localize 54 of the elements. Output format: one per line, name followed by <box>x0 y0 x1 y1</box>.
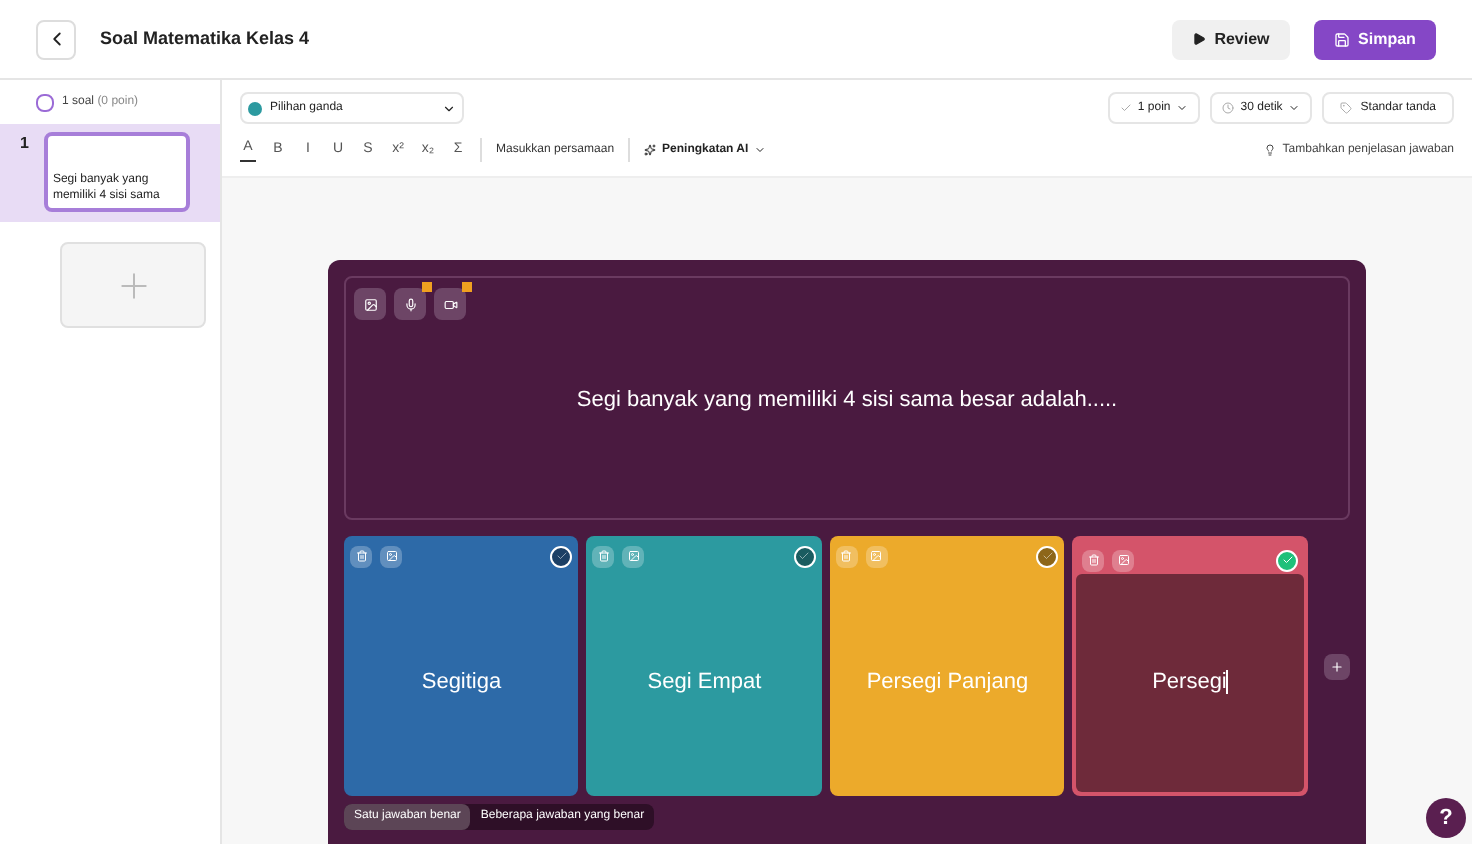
delete-button[interactable] <box>1082 549 1105 571</box>
delete-button[interactable] <box>592 545 615 567</box>
image-icon <box>385 550 397 562</box>
correct-answer-toggle[interactable] <box>1036 545 1059 567</box>
premium-badge <box>462 282 472 292</box>
save-button[interactable]: Simpan <box>1314 19 1436 59</box>
answer-option[interactable]: Segitiga <box>344 536 579 796</box>
microphone-icon <box>403 297 417 311</box>
image-button[interactable] <box>380 545 402 567</box>
quiz-title: Soal Matematika Kelas 4 <box>100 25 310 52</box>
clock-icon <box>1222 102 1235 114</box>
caret-icon <box>1176 102 1189 114</box>
correct-answer-toggle[interactable] <box>793 545 816 567</box>
sparkle-icon <box>644 144 657 156</box>
caret-icon <box>754 144 767 156</box>
image-icon <box>870 550 883 562</box>
play-icon <box>1192 32 1207 46</box>
check-icon <box>555 550 568 562</box>
audio-button[interactable] <box>394 288 426 320</box>
check-icon <box>1281 554 1294 566</box>
question-type-icon <box>248 101 262 115</box>
trash-icon <box>1087 554 1100 566</box>
image-icon <box>1117 554 1130 566</box>
lightbulb-icon <box>1264 144 1277 156</box>
trash-icon <box>597 550 610 562</box>
video-icon <box>443 297 457 311</box>
check-icon <box>1119 102 1132 114</box>
image-icon <box>363 297 377 311</box>
option-text[interactable]: Segitiga <box>421 666 502 700</box>
select-all-checkbox[interactable] <box>36 93 54 111</box>
tag-icon <box>1340 102 1353 114</box>
delete-button[interactable] <box>350 545 372 567</box>
trash-icon <box>840 550 853 562</box>
review-button[interactable]: Review <box>1172 19 1290 59</box>
help-button[interactable]: ? <box>1426 798 1466 838</box>
caret-icon <box>1288 102 1301 114</box>
option-text[interactable]: Persegi <box>1152 666 1229 700</box>
question-number: 1 <box>20 132 29 156</box>
question-text: Segi banyak yang memiliki 4 sisi sama besar adalah..... <box>576 386 1118 417</box>
answer-option[interactable]: Persegi <box>1072 536 1309 796</box>
correct-answer-toggle[interactable] <box>550 545 573 567</box>
image-button[interactable] <box>354 288 386 320</box>
image-icon <box>627 550 640 562</box>
trash-icon <box>355 550 367 562</box>
caret-icon <box>442 101 456 115</box>
correct-answer-toggle[interactable] <box>1276 549 1299 571</box>
premium-badge <box>422 282 432 292</box>
video-button[interactable] <box>434 288 466 320</box>
plus-icon <box>1330 659 1345 673</box>
back-button[interactable] <box>36 19 76 59</box>
save-icon <box>1334 31 1351 47</box>
check-icon <box>798 550 811 562</box>
check-icon <box>1041 550 1054 562</box>
add-option-button[interactable] <box>1324 653 1351 679</box>
